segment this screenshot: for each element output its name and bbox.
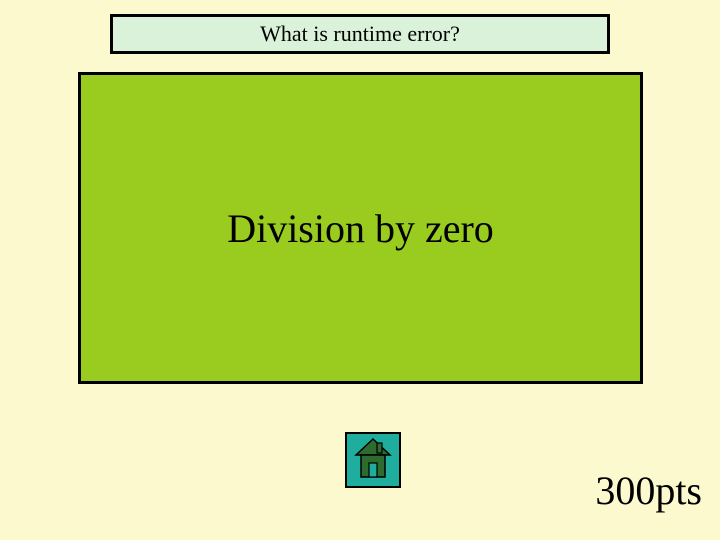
- answer-text: Division by zero: [227, 205, 494, 252]
- question-text: What is runtime error?: [260, 21, 460, 47]
- answer-box: Division by zero: [78, 72, 643, 384]
- home-icon: [353, 437, 393, 484]
- points-label: 300pts: [595, 467, 702, 514]
- question-box: What is runtime error?: [110, 14, 610, 54]
- home-button[interactable]: [345, 432, 401, 488]
